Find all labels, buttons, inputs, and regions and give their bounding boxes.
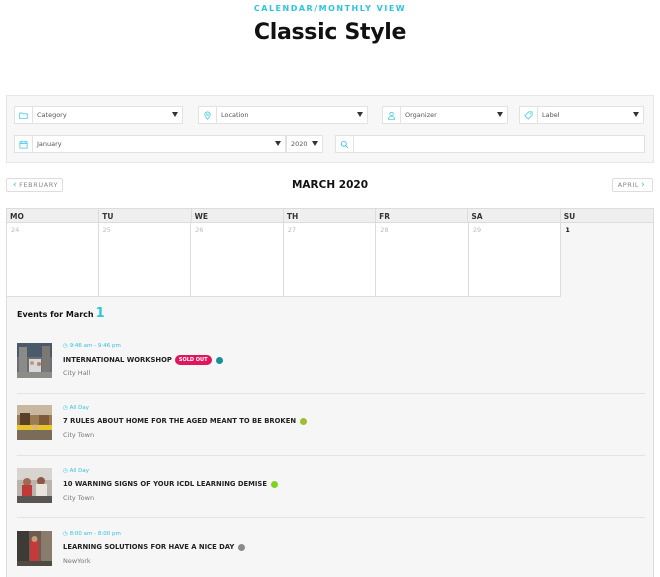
- calendar-grid: MO TU WE TH FR SA SU 24 25 26 27 28 29 1: [6, 208, 654, 297]
- organizer-select[interactable]: Organizer: [401, 106, 508, 124]
- category-select[interactable]: Category: [33, 106, 183, 124]
- events-heading: Events for March 1: [17, 306, 105, 321]
- event-item[interactable]: ◷ 8:00 am - 8:00 pm LEARNING SOLUTIONS F…: [17, 531, 645, 577]
- chevron-right-icon: ›: [641, 180, 646, 190]
- event-location: City Town: [63, 494, 95, 502]
- calendar-day[interactable]: 29: [468, 223, 562, 297]
- calendar-day[interactable]: 26: [191, 223, 284, 297]
- color-dot: [270, 480, 278, 488]
- tag-icon: [519, 106, 538, 124]
- search-input[interactable]: [354, 135, 645, 153]
- event-title-text: INTERNATIONAL WORKSHOP: [63, 356, 172, 364]
- chevron-down-icon: [172, 112, 178, 117]
- event-title-text: 10 WARNING SIGNS OF YOUR ICDL LEARNING D…: [63, 480, 267, 488]
- sold-out-badge: SOLD OUT: [174, 355, 212, 365]
- folder-icon: [14, 106, 33, 124]
- search-icon[interactable]: [335, 135, 354, 153]
- event-location: NewYork: [63, 557, 91, 565]
- day-names-row: MO TU WE TH FR SA SU: [6, 208, 654, 223]
- day-name: SU: [563, 212, 576, 221]
- divider: [17, 393, 645, 394]
- category-select-value: Category: [37, 111, 67, 119]
- chevron-down-icon: [275, 141, 281, 146]
- chevron-down-icon: [633, 112, 639, 117]
- organizer-select-value: Organizer: [405, 111, 437, 119]
- day-name: FR: [376, 209, 469, 222]
- event-thumbnail[interactable]: [17, 405, 52, 440]
- event-time: ◷ All Day: [63, 468, 89, 474]
- divider: [17, 455, 645, 456]
- event-thumbnail[interactable]: [17, 468, 52, 503]
- event-time: ◷ 9:46 am - 9:46 pm: [63, 343, 121, 349]
- day-name: WE: [192, 209, 284, 222]
- month-select-value: January: [37, 140, 62, 148]
- year-select-value: 2020: [291, 140, 308, 148]
- event-item[interactable]: ◷ All Day 7 RULES ABOUT HOME FOR THE AGE…: [17, 405, 645, 467]
- event-item[interactable]: ◷ All Day 10 WARNING SIGNS OF YOUR ICDL …: [17, 468, 645, 530]
- calendar-week: 24 25 26 27 28 29 1: [6, 223, 654, 297]
- event-thumbnail[interactable]: [17, 343, 52, 378]
- event-thumbnail[interactable]: [17, 531, 52, 566]
- event-time-text: All Day: [69, 468, 89, 474]
- location-select-value: Location: [221, 111, 249, 119]
- next-month-label: APRIL: [617, 181, 640, 189]
- event-title[interactable]: INTERNATIONAL WORKSHOP SOLD OUT: [63, 355, 223, 365]
- calendar-day[interactable]: 27: [283, 223, 377, 297]
- calendar-day[interactable]: 28: [376, 223, 469, 297]
- event-time-text: 8:00 am - 8:00 pm: [69, 531, 121, 537]
- event-title-text: 7 RULES ABOUT HOME FOR THE AGED MEANT TO…: [63, 417, 297, 425]
- label-select[interactable]: Label: [538, 106, 644, 124]
- event-title[interactable]: 7 RULES ABOUT HOME FOR THE AGED MEANT TO…: [63, 417, 308, 425]
- calendar-icon: [14, 135, 33, 153]
- page-subtitle: CALENDAR/MONTHLY VIEW: [253, 4, 407, 13]
- calendar-day-selected[interactable]: 1: [561, 223, 654, 297]
- events-heading-label: Events for March: [17, 310, 94, 319]
- label-select-value: Label: [542, 111, 560, 119]
- next-month-button[interactable]: APRIL ›: [612, 178, 653, 192]
- year-select[interactable]: 2020: [286, 135, 323, 153]
- calendar-day[interactable]: 24: [6, 223, 99, 297]
- chevron-down-icon: [497, 112, 503, 117]
- color-dot: [238, 543, 246, 551]
- filter-panel: Category Location Organizer Label Januar…: [6, 95, 654, 163]
- event-title[interactable]: 10 WARNING SIGNS OF YOUR ICDL LEARNING D…: [63, 480, 278, 488]
- events-list: Events for March 1 ◷ 9:46 am - 9:46 pm IN…: [6, 297, 654, 577]
- event-time: ◷ 8:00 am - 8:00 pm: [63, 531, 121, 537]
- chevron-down-icon: [357, 112, 363, 117]
- event-location: City Town: [63, 431, 95, 439]
- location-select[interactable]: Location: [217, 106, 368, 124]
- day-name: TH: [284, 209, 377, 222]
- color-dot: [215, 356, 223, 364]
- event-title-text: LEARNING SOLUTIONS FOR HAVE A NICE DAY: [63, 543, 235, 551]
- month-select[interactable]: January: [33, 135, 286, 153]
- calendar-day[interactable]: 25: [98, 223, 192, 297]
- page-title: Classic Style: [253, 20, 407, 45]
- event-item[interactable]: ◷ 9:46 am - 9:46 pm INTERNATIONAL WORKSH…: [17, 343, 645, 405]
- day-name: MO: [7, 209, 100, 222]
- event-time-text: All Day: [69, 405, 89, 411]
- divider: [17, 517, 645, 518]
- event-time: ◷ All Day: [63, 405, 89, 411]
- current-month-title: MARCH 2020: [291, 179, 369, 191]
- chevron-down-icon: [312, 141, 318, 146]
- day-name: SA: [468, 209, 561, 222]
- user-icon: [382, 106, 401, 124]
- day-name: TU: [99, 209, 192, 222]
- event-title[interactable]: LEARNING SOLUTIONS FOR HAVE A NICE DAY: [63, 543, 246, 551]
- events-heading-day: 1: [95, 306, 105, 321]
- color-dot: [300, 417, 308, 425]
- event-time-text: 9:46 am - 9:46 pm: [69, 343, 121, 349]
- event-location: City Hall: [63, 369, 91, 377]
- location-pin-icon: [198, 106, 217, 124]
